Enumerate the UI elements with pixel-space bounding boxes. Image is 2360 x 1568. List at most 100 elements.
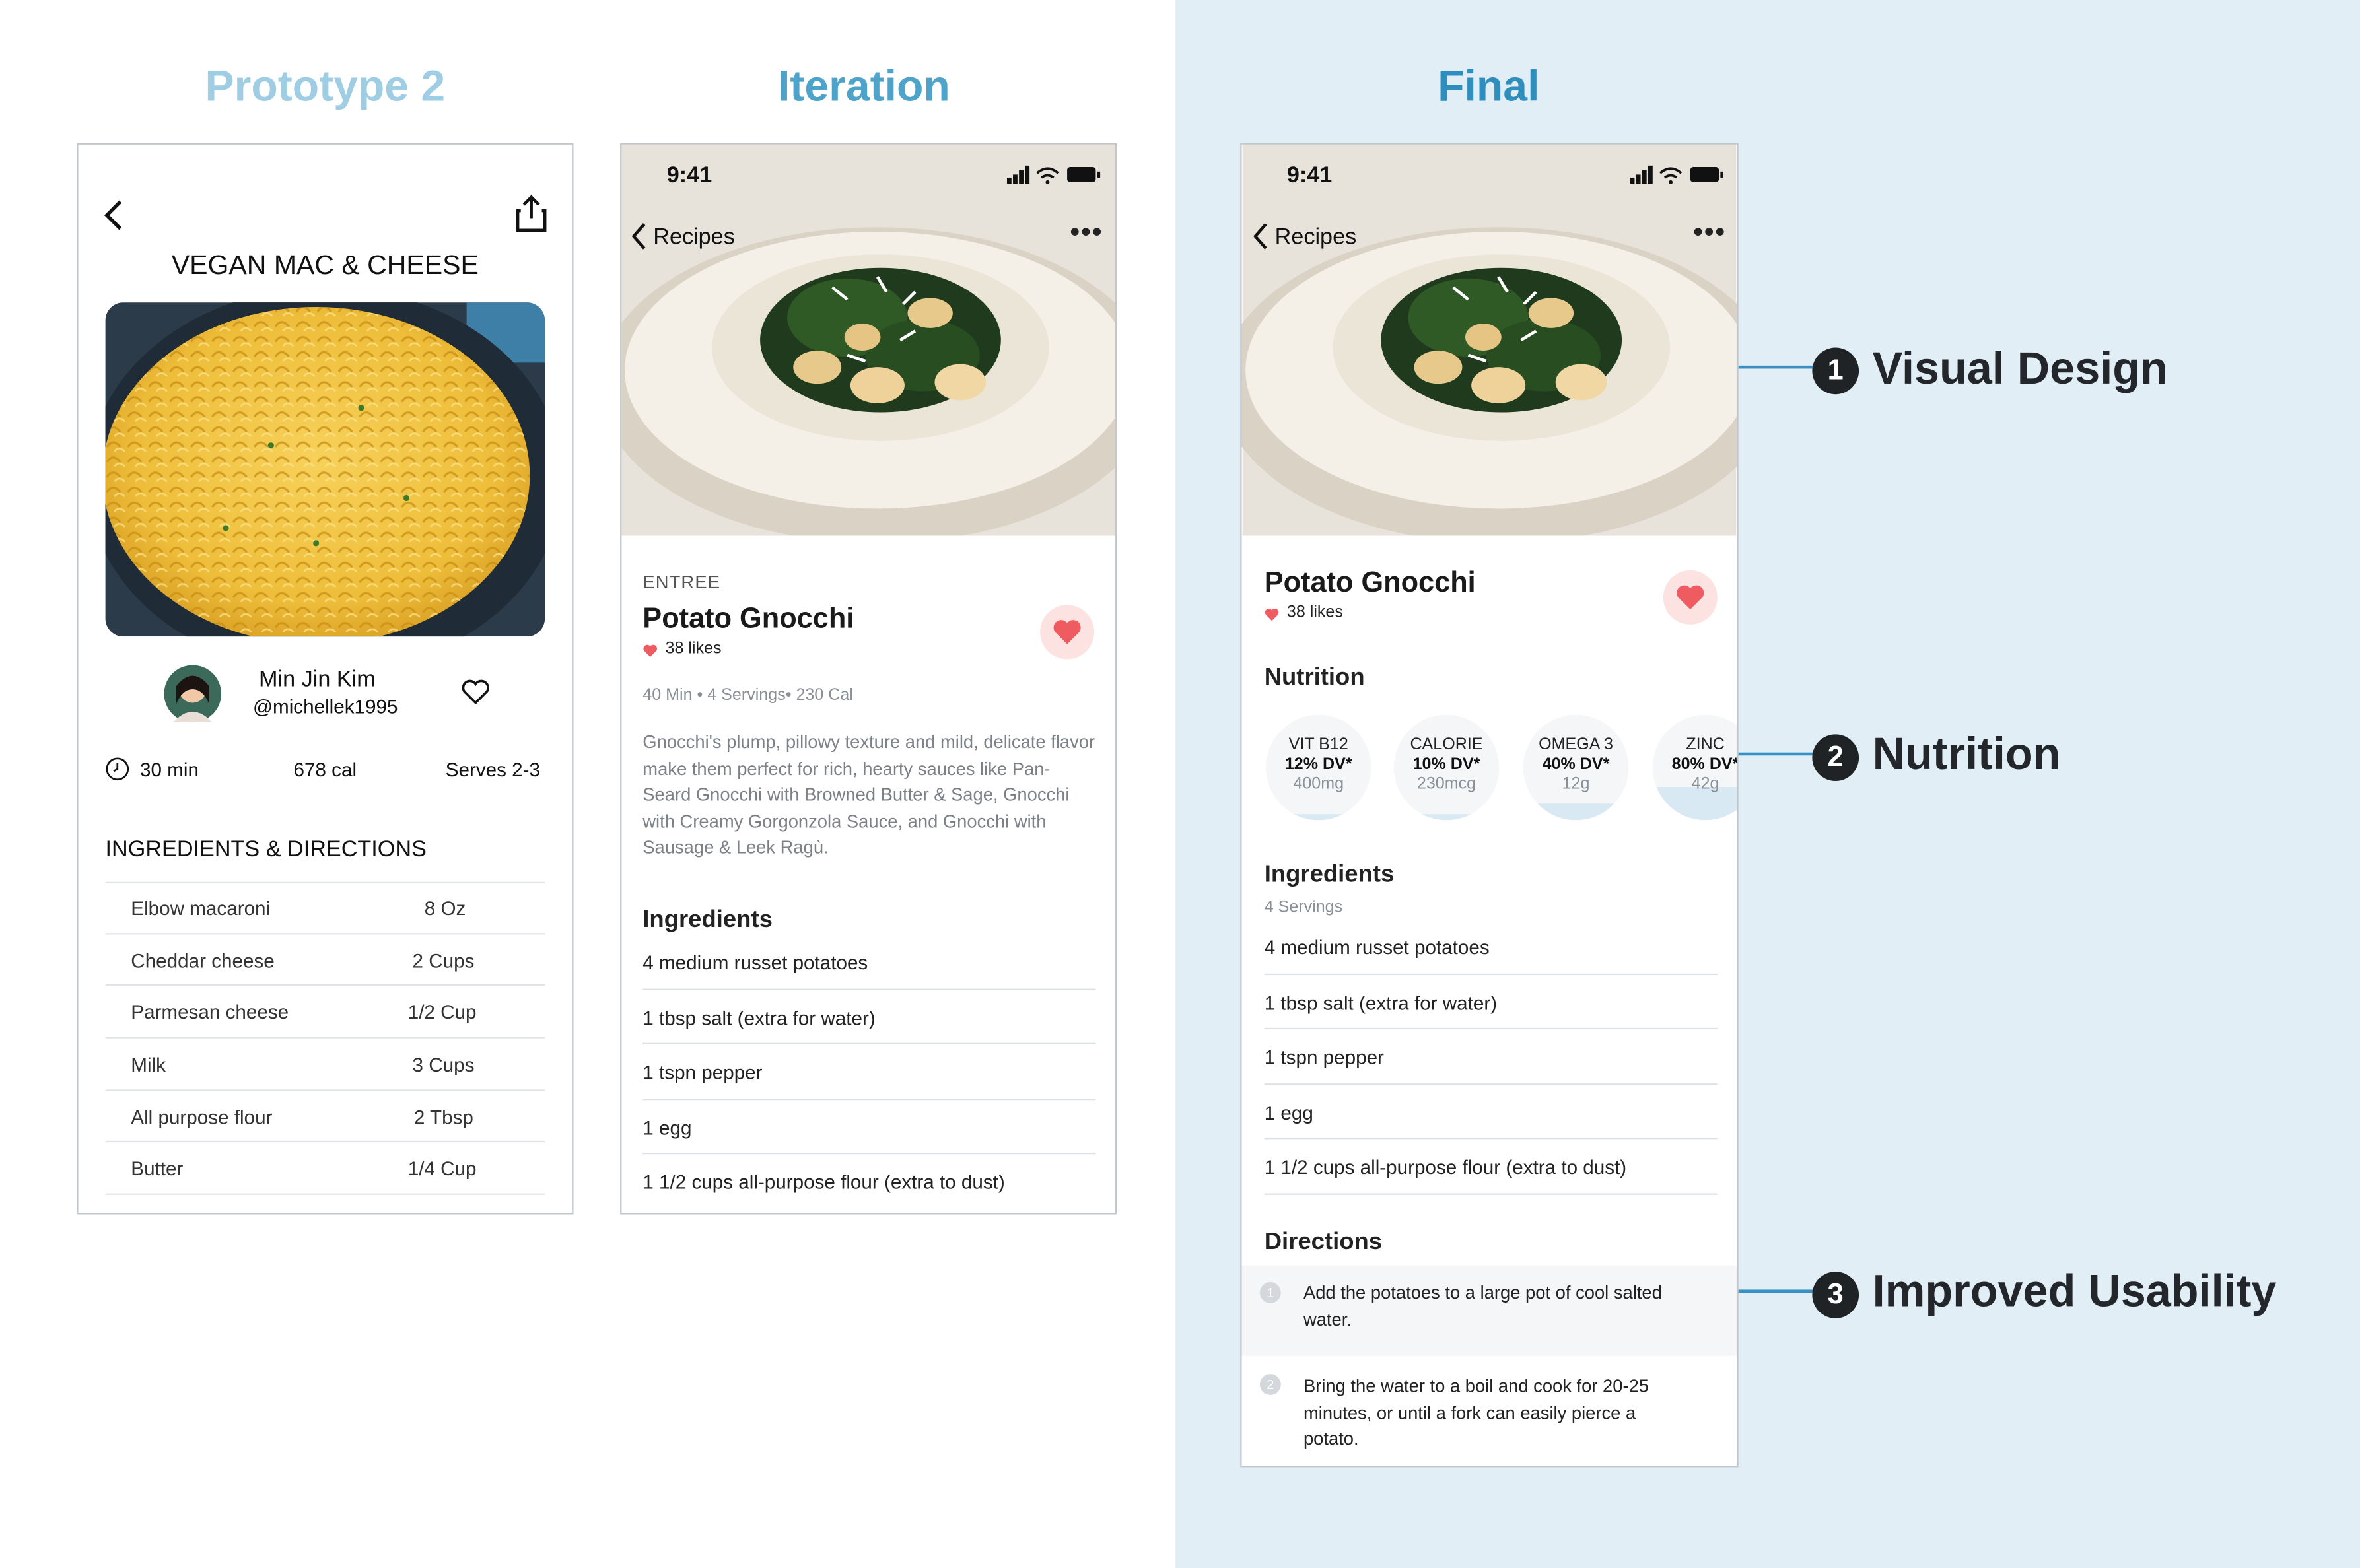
heart-outline-icon[interactable] <box>460 679 491 706</box>
nutrient-percent: 80% DV* <box>1671 755 1739 774</box>
mac-cheese-photo <box>105 302 545 637</box>
back-label: Recipes <box>653 223 735 250</box>
nutrient-name: VIT B12 <box>1288 735 1348 754</box>
nutrient-amount: 42g <box>1691 774 1719 794</box>
cook-time: 30 min <box>139 758 199 782</box>
recipe-title: VEGAN MAC & CHEESE <box>171 250 479 280</box>
iteration-screen: 9:41 Recipes ••• ENTREE Potato Gnocchi 3… <box>620 143 1117 1215</box>
ingredients-directions-heading: INGREDIENTS & DIRECTIONS <box>105 836 427 863</box>
divider <box>642 1098 1096 1101</box>
back-to-recipes[interactable]: Recipes <box>632 222 735 250</box>
ingredients-heading: Ingredients <box>1264 862 1395 888</box>
annotation-label: Nutrition <box>1872 730 2061 780</box>
recipe-category: ENTREE <box>642 572 721 594</box>
serves: Serves 2-3 <box>445 758 541 782</box>
nutrient-amount: 12g <box>1562 774 1590 794</box>
recipe-description: Gnocchi's plump, pillowy texture and mil… <box>642 731 1095 858</box>
directions-heading: Directions <box>1264 1229 1383 1256</box>
more-icon[interactable]: ••• <box>1693 217 1726 248</box>
ingredient-table: Elbow macaroni 8 Oz Cheddar cheese 2 Cups … <box>105 882 545 1195</box>
heart-small-icon <box>1265 609 1279 621</box>
step-number-badge: 1 <box>1259 1282 1281 1303</box>
divider <box>1264 1083 1718 1085</box>
ingredient-name: Cheddar cheese <box>131 949 275 972</box>
ingredient-qty: 1/2 Cup <box>407 1000 477 1023</box>
gnocchi-photo <box>1241 144 1737 536</box>
ingredient-name: All purpose flour <box>131 1106 273 1129</box>
status-time: 9:41 <box>1286 162 1333 188</box>
column-title-final: Final <box>1438 63 1540 112</box>
nutrient-name: CALORIE <box>1410 735 1483 754</box>
nutrition-circle[interactable]: CALORIE 10% DV* 230mcg <box>1393 714 1500 821</box>
nutrition-carousel[interactable]: VIT B12 12% DV* 400mg CALORIE 10% DV* 230mcg O… <box>1242 714 1739 823</box>
divider <box>1264 973 1718 976</box>
annotation-connector <box>1738 752 1814 756</box>
ingredient-row: All purpose flour 2 Tbsp <box>105 1091 545 1143</box>
status-icons <box>1006 165 1101 184</box>
ingredient-item: 1 tbsp salt (extra for water) <box>1264 992 1498 1015</box>
favorite-button[interactable] <box>1040 605 1095 660</box>
author-handle[interactable]: @michellek1995 <box>253 695 398 718</box>
nutrition-circle[interactable]: OMEGA 3 40% DV* 12g <box>1523 714 1629 821</box>
favorite-button[interactable] <box>1663 570 1718 625</box>
nutrient-amount: 400mg <box>1293 774 1344 794</box>
ingredient-item: 1 tspn pepper <box>1264 1046 1384 1069</box>
column-title-prototype: Prototype 2 <box>205 63 446 112</box>
nutrition-level-fill <box>1393 813 1500 821</box>
final-screen: 9:41 Recipes ••• Potato Gnocchi 38 likes… <box>1240 143 1739 1468</box>
nutrition-level-fill <box>1265 813 1371 821</box>
heart-filled-icon <box>1677 585 1704 610</box>
annotation-connector <box>1738 1289 1814 1293</box>
annotation-connector <box>1738 365 1814 369</box>
ingredient-item: 1 tbsp salt (extra for water) <box>642 1006 876 1030</box>
recipe-title: Potato Gnocchi <box>642 603 854 635</box>
likes-count: 38 likes <box>665 639 722 658</box>
divider <box>642 988 1096 990</box>
more-icon[interactable]: ••• <box>1070 217 1103 248</box>
ingredient-row: Elbow macaroni 8 Oz <box>105 882 545 935</box>
nutrient-name: OMEGA 3 <box>1539 735 1613 754</box>
ingredient-item: 1 1/2 cups all-purpose flour (extra to d… <box>642 1171 1005 1194</box>
back-chevron-icon <box>632 223 646 250</box>
ingredient-name: Milk <box>131 1053 166 1076</box>
ingredient-qty: 8 Oz <box>424 897 466 920</box>
servings-count: 4 Servings <box>1264 898 1343 917</box>
ingredient-row: Milk 3 Cups <box>105 1039 545 1091</box>
ingredient-name: Butter <box>131 1157 184 1180</box>
divider <box>1264 1027 1718 1030</box>
heart-small-icon <box>643 644 657 657</box>
ingredient-row: Cheddar cheese 2 Cups <box>105 935 545 986</box>
nutrition-circle[interactable]: ZINC 80% DV* 42g <box>1652 714 1739 821</box>
nutrition-circle[interactable]: VIT B12 12% DV* 400mg <box>1265 714 1371 821</box>
direction-step: Add the potatoes to a large pot of cool … <box>1303 1282 1662 1330</box>
clock-icon <box>106 757 129 781</box>
divider <box>642 1042 1096 1044</box>
nutrition-level-fill <box>1523 803 1629 821</box>
back-to-recipes[interactable]: Recipes <box>1253 222 1357 250</box>
nutrient-name: ZINC <box>1686 735 1725 754</box>
status-time: 9:41 <box>666 162 712 188</box>
ingredient-qty: 3 Cups <box>412 1053 475 1076</box>
nutrient-percent: 12% DV* <box>1284 755 1352 774</box>
ingredient-qty: 2 Tbsp <box>413 1106 473 1129</box>
status-icons <box>1630 165 1723 184</box>
ingredient-item: 1 egg <box>642 1116 692 1140</box>
ingredient-row: Parmesan cheese 1/2 Cup <box>105 986 545 1039</box>
calories: 678 cal <box>293 758 357 782</box>
direction-step: Bring the water to a boil and cook for 2… <box>1303 1375 1649 1450</box>
annotation-number-badge: 2 <box>1812 734 1859 782</box>
back-label: Recipes <box>1274 223 1357 250</box>
nutrient-percent: 10% DV* <box>1412 755 1480 774</box>
step-number-badge: 2 <box>1259 1374 1281 1396</box>
column-title-iteration: Iteration <box>777 63 950 112</box>
ingredient-qty: 1/4 Cup <box>407 1157 477 1180</box>
share-icon[interactable] <box>515 194 548 233</box>
prototype-screen: VEGAN MAC & CHEESE Min Jin Kim @michelle… <box>77 143 574 1215</box>
ingredient-name: Parmesan cheese <box>131 1000 289 1023</box>
author-name: Min Jin Kim <box>259 666 376 693</box>
avatar[interactable] <box>164 665 222 723</box>
ingredient-item: 1 1/2 cups all-purpose flour (extra to d… <box>1264 1155 1627 1178</box>
heart-filled-icon <box>1053 620 1081 644</box>
recipe-meta: 40 Min • 4 Servings• 230 Cal <box>642 686 853 704</box>
back-chevron-icon[interactable] <box>102 199 126 232</box>
